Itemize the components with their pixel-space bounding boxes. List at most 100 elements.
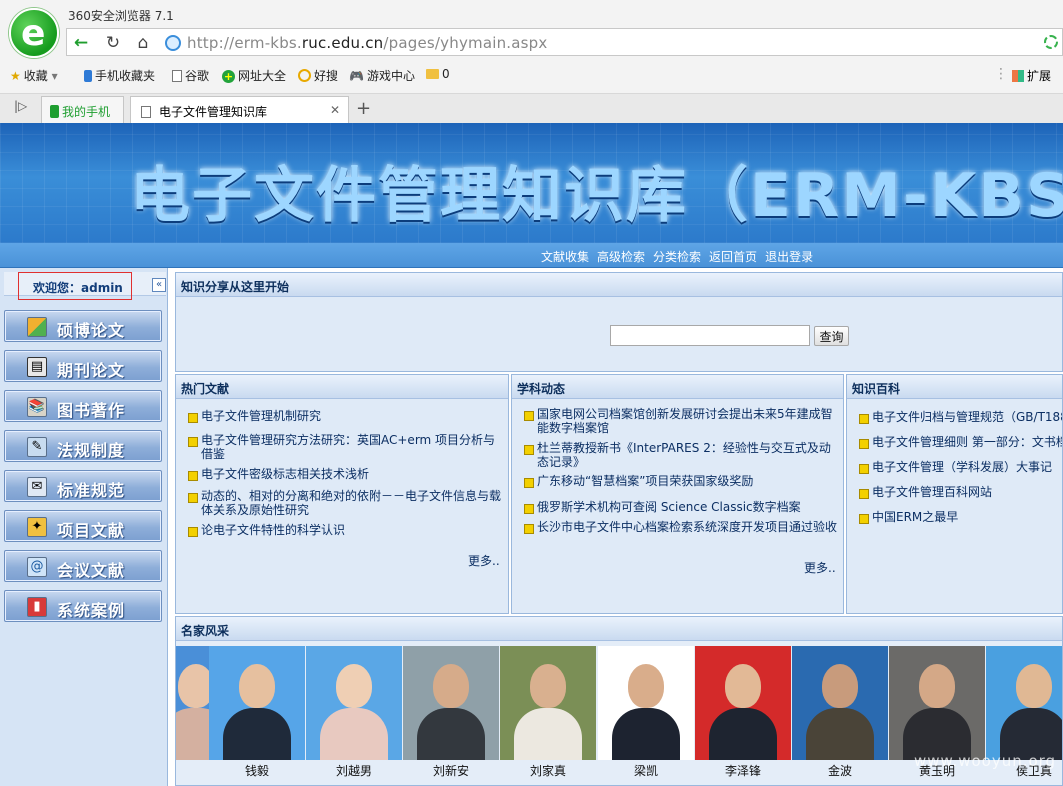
banner-title: 电子文件管理知识库（ERM-KBS: [130, 161, 1063, 231]
bookmarks-bar: ★ 收藏 ▾ 手机收藏夹 谷歌 + 网址大全 好搜 🎮 游戏中心 0 ⋮ 扩展: [0, 62, 1063, 88]
menu-journal[interactable]: ▤ 期刊论文: [4, 350, 162, 382]
celebrity-photo[interactable]: [695, 646, 791, 760]
celebrity-photo[interactable]: [500, 646, 596, 760]
discipline-news-more-link[interactable]: 更多..: [804, 559, 836, 576]
list-item[interactable]: 俄罗斯学术机构可查阅 Science Classic数字档案: [520, 500, 837, 514]
menu-conferences[interactable]: @ 会议文献: [4, 550, 162, 582]
extensions-icon: [1012, 70, 1024, 82]
portrait-body: [223, 708, 291, 760]
menu-books[interactable]: 📚 图书著作: [4, 390, 162, 422]
bookmark-folder[interactable]: 0: [426, 67, 450, 81]
bookmark-google[interactable]: 谷歌: [172, 67, 209, 84]
new-tab-plus-icon[interactable]: +: [356, 98, 371, 119]
celebrity-card[interactable]: 刘家真: [500, 646, 596, 779]
address-bar[interactable]: ← ↻ ⌂ http://erm-kbs.ruc.edu.cn/pages/yh…: [66, 28, 1063, 56]
list-item[interactable]: 电子文件管理百科网站: [855, 485, 1062, 499]
list-item[interactable]: 杜兰蒂教授新书《InterPARES 2：经验性与交互式及动态记录》: [520, 441, 837, 469]
gamepad-icon: 🎮: [349, 69, 364, 83]
nav-link-logout[interactable]: 退出登录: [765, 250, 813, 264]
celebrity-photo[interactable]: [403, 646, 499, 760]
menu-regulations[interactable]: ✎ 法规制度: [4, 430, 162, 462]
hot-docs-more-link[interactable]: 更多..: [468, 552, 500, 569]
list-item[interactable]: 广东移动“智慧档案”项目荣获国家级奖励: [520, 474, 837, 488]
encyclopedia-panel: 知识百科 电子文件归档与管理规范（GB/T18894 电子文件管理细则 第一部分…: [846, 374, 1063, 614]
menu-cases[interactable]: ▮ 系统案例: [4, 590, 162, 622]
celebrity-card[interactable]: 梁凯: [598, 646, 694, 779]
page-icon: [141, 106, 151, 118]
celebrity-photo[interactable]: [792, 646, 888, 760]
bookmark-game-center[interactable]: 🎮 游戏中心: [349, 67, 415, 84]
list-item[interactable]: 国家电网公司档案馆创新发展研讨会提出未来5年建成智能数字档案馆: [520, 407, 837, 435]
plus-circle-icon: +: [222, 70, 235, 83]
thesis-icon: [27, 317, 47, 337]
nav-link-home[interactable]: 返回首页: [709, 250, 757, 264]
sidebar-toggle-icon[interactable]: |▷: [14, 99, 27, 113]
left-sidebar: 欢迎您：admin « 硕博论文 ▤ 期刊论文 📚 图书著作 ✎ 法规制度 ✉ 标准规范…: [0, 268, 168, 786]
hot-docs-panel: 热门文献 电子文件管理机制研究 电子文件管理研究方法研究：英国AC+erm 项目…: [175, 374, 509, 614]
celebrity-card[interactable]: 钱毅: [209, 646, 305, 779]
list-item[interactable]: 电子文件密级标志相关技术浅析: [184, 467, 502, 481]
globe-icon: [165, 35, 181, 51]
list-item[interactable]: 中国ERM之最早: [855, 510, 1062, 524]
star-icon: ★: [10, 69, 21, 83]
discipline-news-title: 学科动态: [512, 375, 843, 399]
bookmark-haosou[interactable]: 好搜: [298, 67, 338, 84]
celebrity-name: 李泽锋: [724, 764, 761, 778]
menu-standards[interactable]: ✉ 标准规范: [4, 470, 162, 502]
celebrity-name: 刘新安: [432, 764, 469, 778]
portrait-head: [239, 664, 275, 708]
top-nav: 文献收集 高级检索 分类检索 返回首页 退出登录: [0, 243, 1063, 268]
nav-link-category-search[interactable]: 分类检索: [653, 250, 701, 264]
list-item[interactable]: 电子文件管理机制研究: [184, 409, 502, 423]
bookmark-favorites[interactable]: ★ 收藏 ▾: [10, 67, 58, 84]
reload-icon[interactable]: ↻: [103, 33, 123, 53]
portrait-head: [433, 664, 469, 708]
conference-icon: @: [27, 557, 47, 577]
celebrity-photo[interactable]: [306, 646, 402, 760]
list-item[interactable]: 电子文件管理研究方法研究：英国AC+erm 项目分析与借鉴: [184, 433, 502, 461]
menu-thesis[interactable]: 硕博论文: [4, 310, 162, 342]
list-item[interactable]: 动态的、相对的分离和绝对的依附－－电子文件信息与载体关系及原始性研究: [184, 489, 502, 517]
celebrity-card[interactable]: 金波: [792, 646, 888, 779]
url-text[interactable]: http://erm-kbs.ruc.edu.cn/pages/yhymain.…: [187, 34, 547, 52]
bookmark-hao360[interactable]: + 网址大全: [222, 67, 286, 84]
folder-icon: [426, 69, 439, 79]
nav-link-advanced-search[interactable]: 高级检索: [597, 250, 645, 264]
bookmark-mobile-favorites[interactable]: 手机收藏夹: [84, 67, 155, 84]
browser-title: 360安全浏览器 7.1: [68, 9, 174, 23]
case-icon: ▮: [27, 597, 47, 617]
list-item[interactable]: 长沙市电子文件中心档案检索系统深度开发项目通过验收: [520, 520, 837, 534]
celebrity-photo[interactable]: [209, 646, 305, 760]
tab-my-phone[interactable]: 我的手机: [41, 96, 124, 124]
portrait-body: [612, 708, 680, 760]
phone-icon: [84, 70, 92, 82]
home-icon[interactable]: ⌂: [133, 33, 153, 53]
extensions-button[interactable]: 扩展: [1012, 67, 1051, 84]
list-item[interactable]: 电子文件管理细则 第一部分：文书档: [855, 435, 1062, 449]
collapse-chevron-icon[interactable]: «: [152, 278, 166, 292]
phone-icon: [50, 105, 59, 118]
close-icon[interactable]: ✕: [330, 103, 340, 117]
nav-link-collect[interactable]: 文献收集: [541, 250, 589, 264]
more-dots-icon[interactable]: ⋮: [994, 66, 1008, 82]
encyclopedia-title: 知识百科: [847, 375, 1062, 399]
welcome-text: 欢迎您：admin: [18, 272, 132, 300]
search-button[interactable]: 查询: [814, 326, 849, 346]
portrait-head: [725, 664, 761, 708]
celebrity-photo[interactable]: [889, 646, 985, 760]
celebrity-card[interactable]: 李泽锋: [695, 646, 791, 779]
celebrity-photo[interactable]: [986, 646, 1062, 760]
list-item[interactable]: 电子文件归档与管理规范（GB/T18894: [855, 410, 1062, 424]
search-input[interactable]: [610, 325, 810, 346]
celebrity-card[interactable]: 刘新安: [403, 646, 499, 779]
celebrity-photo[interactable]: [598, 646, 694, 760]
browser-logo-icon: e: [9, 8, 59, 58]
back-arrow-icon[interactable]: ←: [71, 33, 91, 53]
menu-projects[interactable]: ✦ 项目文献: [4, 510, 162, 542]
list-item[interactable]: 电子文件管理（学科发展）大事记: [855, 460, 1062, 474]
portrait-body: [514, 708, 582, 760]
list-item[interactable]: 论电子文件特性的科学认识: [184, 523, 502, 537]
celebrity-card[interactable]: 刘越男: [306, 646, 402, 779]
tab-current[interactable]: 电子文件管理知识库 ✕: [130, 96, 349, 124]
loading-icon: [1044, 35, 1058, 49]
